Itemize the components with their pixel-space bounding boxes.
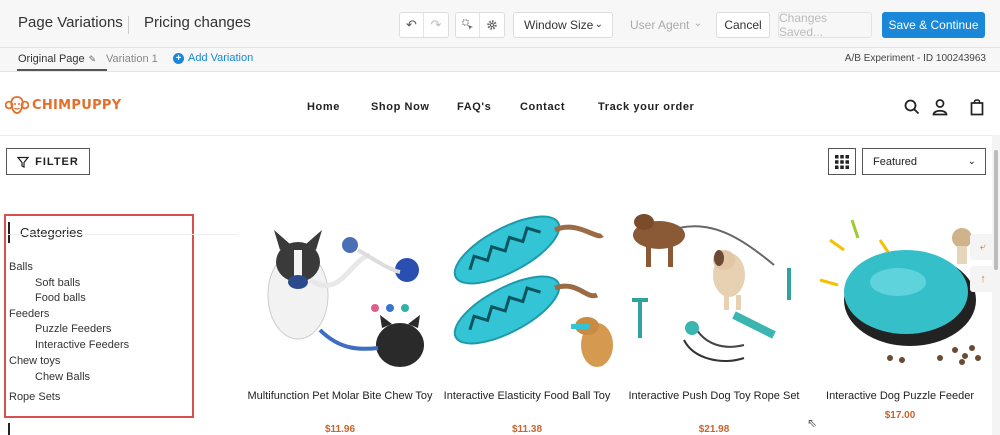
- tab-label: Original Page: [18, 53, 85, 65]
- element-select-icon[interactable]: [456, 13, 480, 37]
- product-price: $11.38: [511, 424, 543, 435]
- header-divider: [0, 135, 998, 136]
- filter-funnel-icon: [17, 156, 30, 168]
- nav-faqs[interactable]: FAQ's: [457, 101, 491, 113]
- product-name[interactable]: Interactive Elasticity Food Ball Toy: [431, 390, 623, 403]
- category-rope-sets[interactable]: Rope Sets: [9, 391, 60, 403]
- sort-value: Featured: [873, 155, 918, 168]
- redo-icon[interactable]: ↷: [424, 13, 448, 37]
- product-price: $11.96: [324, 424, 356, 435]
- sidebar-accent-bar: [8, 423, 10, 435]
- category-balls[interactable]: Balls: [9, 261, 33, 273]
- chevron-down-icon: ⌄: [967, 156, 976, 167]
- grid-view-toggle[interactable]: [828, 148, 856, 175]
- undo-icon[interactable]: ↶: [400, 13, 424, 37]
- category-chew-toys[interactable]: Chew toys: [9, 355, 60, 367]
- mouse-cursor-icon: ⇖: [807, 416, 818, 430]
- add-variation-button[interactable]: + Add Variation: [173, 52, 253, 64]
- variation-tabs-bar: Original Page ✎ Variation 1 + Add Variati…: [0, 48, 1000, 72]
- cancel-button[interactable]: Cancel: [716, 12, 770, 38]
- account-icon[interactable]: [932, 98, 948, 116]
- title-divider: [128, 16, 129, 34]
- window-size-select[interactable]: Window Size ⌄: [513, 12, 613, 38]
- chevron-down-icon: ⌄: [693, 18, 702, 29]
- tab-variation-1[interactable]: Variation 1: [106, 53, 158, 65]
- categories-divider: [8, 234, 238, 235]
- logo-text: CHIMPUPPY: [32, 97, 122, 113]
- plus-circle-icon: +: [173, 52, 184, 64]
- tab-original-page[interactable]: Original Page ✎: [16, 53, 108, 71]
- tool-controls: [455, 12, 505, 38]
- nav-home[interactable]: Home: [307, 101, 340, 113]
- category-soft-balls[interactable]: Soft balls: [35, 277, 80, 289]
- chevron-down-icon: ⌄: [594, 19, 603, 30]
- save-status-indicator: Changes Saved...: [778, 11, 872, 39]
- store-logo[interactable]: CHIMPUPPY: [5, 94, 121, 116]
- page-scrollbar-thumb[interactable]: [994, 150, 998, 270]
- user-agent-label: User Agent: [630, 18, 690, 32]
- category-feeders[interactable]: Feeders: [9, 308, 49, 320]
- categories-title: Categories: [20, 225, 83, 240]
- product-image[interactable]: [810, 200, 990, 380]
- product-price: $17.00: [884, 410, 916, 421]
- user-agent-select[interactable]: User Agent ⌄: [622, 12, 708, 38]
- product-image[interactable]: [250, 200, 430, 380]
- save-continue-button[interactable]: Save & Continue: [882, 12, 985, 38]
- settings-gear-icon[interactable]: [480, 13, 504, 37]
- add-variation-label: Add Variation: [188, 52, 254, 64]
- filter-button[interactable]: FILTER: [6, 148, 90, 175]
- product-name[interactable]: Multifunction Pet Molar Bite Chew Toy: [244, 390, 436, 403]
- filter-label: FILTER: [35, 155, 79, 168]
- experiment-id: A/B Experiment - ID 100243963: [844, 53, 986, 64]
- nav-shop-now[interactable]: Shop Now: [371, 101, 430, 113]
- section-title: Pricing changes: [144, 14, 251, 31]
- product-image[interactable]: [437, 200, 617, 380]
- window-size-label: Window Size: [524, 18, 594, 32]
- nav-contact[interactable]: Contact: [520, 101, 565, 113]
- categories-accent-bar: [8, 222, 10, 243]
- product-name[interactable]: Interactive Push Dog Toy Rope Set: [618, 390, 810, 403]
- nav-track-order[interactable]: Track your order: [598, 101, 694, 113]
- monkey-logo-icon: [5, 96, 29, 114]
- history-controls: ↶ ↷: [399, 12, 449, 38]
- pencil-icon[interactable]: ✎: [89, 54, 97, 64]
- product-image[interactable]: [624, 200, 804, 380]
- page-title: Page Variations: [18, 14, 123, 31]
- sort-select[interactable]: Featured ⌄: [862, 148, 986, 175]
- category-food-balls[interactable]: Food balls: [35, 292, 86, 304]
- category-puzzle-feeders[interactable]: Puzzle Feeders: [35, 323, 111, 335]
- cart-bag-icon[interactable]: [970, 98, 984, 116]
- product-price: $21.98: [698, 424, 730, 435]
- grid-dots-icon: [835, 154, 849, 169]
- editor-toolbar: Page Variations Pricing changes ↶ ↷ Wind…: [0, 0, 1000, 48]
- product-name[interactable]: Interactive Dog Puzzle Feeder: [804, 390, 996, 403]
- category-chew-balls[interactable]: Chew Balls: [35, 371, 90, 383]
- search-icon[interactable]: [904, 98, 920, 116]
- category-interactive-feeders[interactable]: Interactive Feeders: [35, 339, 129, 351]
